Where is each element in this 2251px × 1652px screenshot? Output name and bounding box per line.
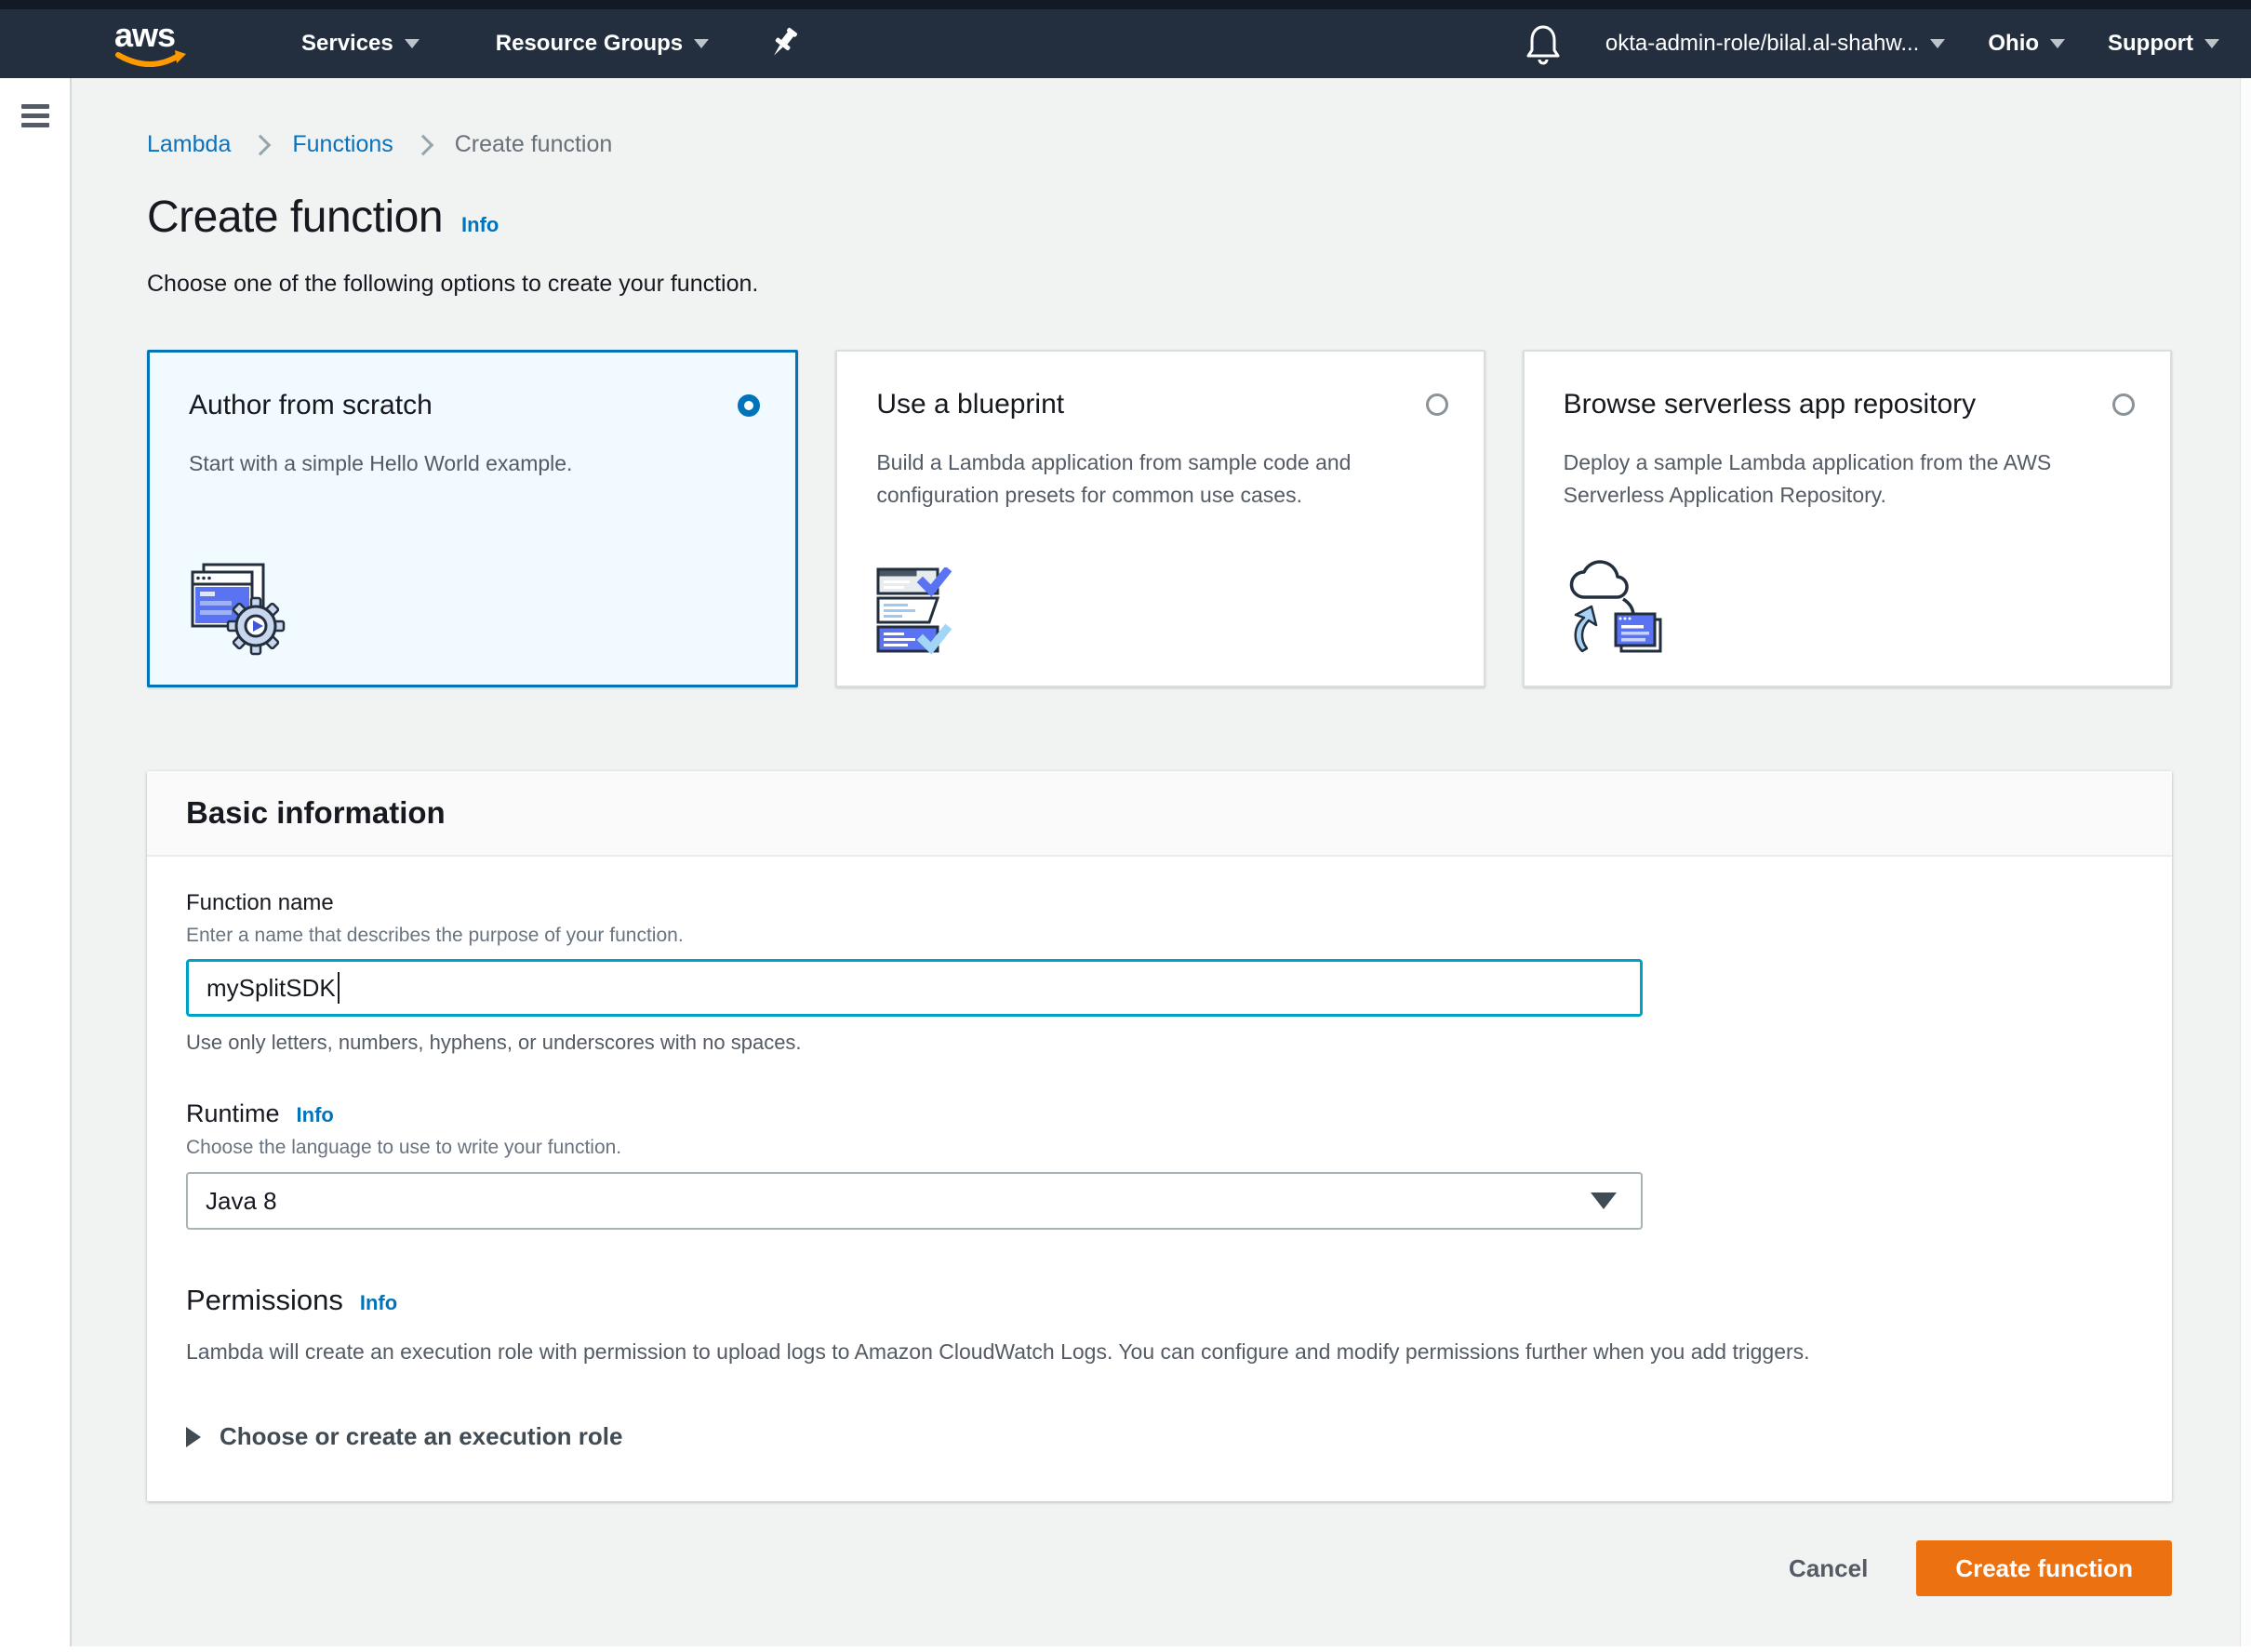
nav-account-label: okta-admin-role/bilal.al-shahw... <box>1605 31 1920 57</box>
card-head: Author from scratch <box>189 390 760 421</box>
radio-use-a-blueprint[interactable] <box>1426 393 1448 416</box>
chevron-down-icon <box>405 39 420 48</box>
disclosure-triangle-icon <box>186 1427 201 1447</box>
page-subtitle: Choose one of the following options to c… <box>147 271 2172 298</box>
runtime-select[interactable]: Java 8 <box>186 1172 1643 1230</box>
page-bottom-strip <box>0 1646 2251 1652</box>
chevron-down-icon <box>2204 39 2219 48</box>
runtime-selected-value: Java 8 <box>206 1187 277 1216</box>
nav-services-menu[interactable]: Services <box>301 31 420 57</box>
creation-option-cards: Author from scratch Start with a simple … <box>147 350 2172 687</box>
runtime-info-link[interactable]: Info <box>297 1103 334 1127</box>
aws-logo-text: aws <box>114 17 175 54</box>
basic-information-panel: Basic information Function name Enter a … <box>147 771 2172 1501</box>
radio-author-from-scratch[interactable] <box>738 394 760 417</box>
title-row: Create function Info <box>147 192 2172 243</box>
page-title: Create function <box>147 192 443 243</box>
select-caret-icon <box>1591 1192 1617 1209</box>
main-content: Lambda Functions Create function Create … <box>73 78 2251 1596</box>
breadcrumb: Lambda Functions Create function <box>147 78 2172 158</box>
nav-resource-groups-label: Resource Groups <box>496 31 683 57</box>
card-head: Browse serverless app repository <box>1564 389 2135 420</box>
aws-logo[interactable]: aws <box>113 17 188 71</box>
card-head: Use a blueprint <box>876 389 1447 420</box>
window-top-strip <box>0 0 2251 9</box>
panel-body: Function name Enter a name that describe… <box>147 857 2172 1501</box>
function-name-value: mySplitSDK <box>206 974 336 1003</box>
left-sidebar <box>0 78 72 1652</box>
cancel-button[interactable]: Cancel <box>1783 1553 1873 1584</box>
card-description: Build a Lambda application from sample c… <box>876 446 1420 511</box>
chevron-down-icon <box>694 39 709 48</box>
card-description: Deploy a sample Lambda application from … <box>1564 446 2108 511</box>
panel-title: Basic information <box>186 795 446 831</box>
card-description: Start with a simple Hello World example. <box>189 447 733 480</box>
permissions-description: Lambda will create an execution role wit… <box>186 1339 2133 1365</box>
function-name-label: Function name <box>186 890 2133 916</box>
permissions-info-link[interactable]: Info <box>360 1291 397 1315</box>
card-title: Browse serverless app repository <box>1564 389 1977 420</box>
nav-support-menu[interactable]: Support <box>2108 31 2219 57</box>
function-name-description: Enter a name that describes the purpose … <box>186 925 2133 947</box>
scrollbar-track[interactable] <box>2240 78 2251 1652</box>
function-name-field: Function name Enter a name that describe… <box>186 890 2133 1055</box>
permissions-section: Permissions Info Lambda will create an e… <box>186 1284 2133 1451</box>
author-from-scratch-icon <box>189 559 291 660</box>
pushpin-icon[interactable] <box>768 25 800 62</box>
create-function-button[interactable]: Create function <box>1916 1540 2172 1596</box>
runtime-description: Choose the language to use to write your… <box>186 1137 2133 1159</box>
chevron-down-icon <box>1930 39 1945 48</box>
notifications-bell-icon[interactable] <box>1524 20 1563 67</box>
breadcrumb-functions[interactable]: Functions <box>292 131 393 158</box>
nav-resource-groups-menu[interactable]: Resource Groups <box>496 31 709 57</box>
nav-support-label: Support <box>2108 31 2193 57</box>
permissions-label: Permissions <box>186 1284 343 1317</box>
text-cursor <box>338 972 340 1004</box>
card-use-a-blueprint[interactable]: Use a blueprint Build a Lambda applicati… <box>835 350 1485 687</box>
nav-account-menu[interactable]: okta-admin-role/bilal.al-shahw... <box>1605 31 1946 57</box>
chevron-right-icon <box>412 134 433 155</box>
execution-role-disclosure[interactable]: Choose or create an execution role <box>186 1422 2133 1451</box>
disclosure-label: Choose or create an execution role <box>220 1422 622 1451</box>
card-author-from-scratch[interactable]: Author from scratch Start with a simple … <box>147 350 798 687</box>
hamburger-menu-icon[interactable] <box>21 104 70 127</box>
nav-services-label: Services <box>301 31 393 57</box>
blueprint-icon <box>876 567 980 661</box>
function-name-hint: Use only letters, numbers, hyphens, or u… <box>186 1031 2133 1055</box>
card-browse-serverless-app-repository[interactable]: Browse serverless app repository Deploy … <box>1523 350 2172 687</box>
nav-region-label: Ohio <box>1988 31 2039 57</box>
card-title: Use a blueprint <box>876 389 1064 420</box>
card-title: Author from scratch <box>189 390 433 421</box>
title-info-link[interactable]: Info <box>461 213 499 237</box>
nav-right-group: okta-admin-role/bilal.al-shahw... Ohio S… <box>1524 20 2219 67</box>
panel-header: Basic information <box>147 771 2172 857</box>
function-name-input[interactable]: mySplitSDK <box>186 959 1643 1017</box>
footer-actions: Cancel Create function <box>147 1540 2172 1596</box>
runtime-label: Runtime <box>186 1099 280 1128</box>
nav-region-menu[interactable]: Ohio <box>1988 31 2065 57</box>
chevron-down-icon <box>2050 39 2065 48</box>
breadcrumb-current: Create function <box>455 131 613 158</box>
serverless-app-repository-icon <box>1564 558 1675 661</box>
breadcrumb-lambda[interactable]: Lambda <box>147 131 231 158</box>
radio-browse-serverless-app-repository[interactable] <box>2112 393 2135 416</box>
chevron-right-icon <box>250 134 272 155</box>
aws-top-nav: aws Services Resource Groups <box>0 9 2251 78</box>
runtime-field: Runtime Info Choose the language to use … <box>186 1099 2133 1230</box>
